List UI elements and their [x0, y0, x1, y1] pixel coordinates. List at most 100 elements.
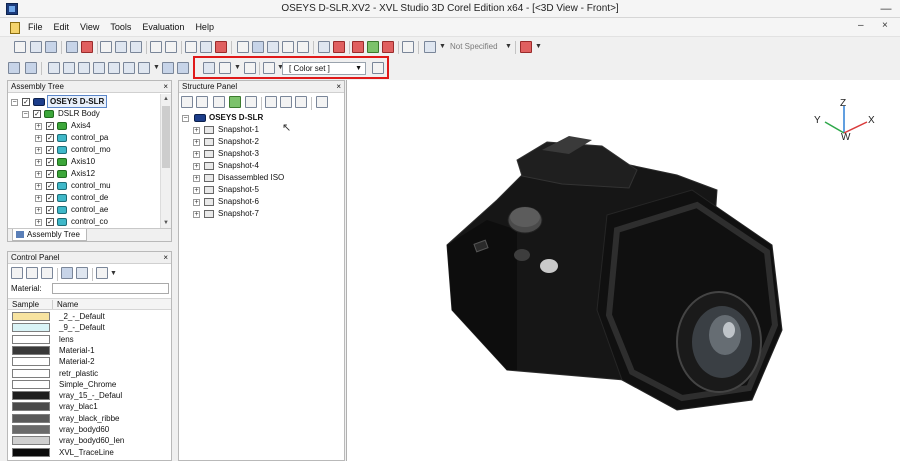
list-icon[interactable] [316, 96, 328, 108]
material-row[interactable]: vray_bodyd60 [8, 424, 171, 435]
material-row[interactable]: _9_-_Default [8, 322, 171, 333]
expand-icon[interactable]: + [193, 127, 200, 134]
assembly-tree-scrollbar[interactable]: ▲ ▼ [160, 94, 171, 228]
expand-icon[interactable]: + [35, 147, 42, 154]
folder-icon[interactable] [196, 96, 208, 108]
minimize-button[interactable]: — [872, 0, 900, 18]
refresh-icon[interactable] [265, 96, 277, 108]
rotate-icon[interactable] [252, 41, 264, 53]
mdi-minimize-button[interactable]: – [858, 20, 864, 31]
attach-icon[interactable] [367, 41, 379, 53]
hierarchy-icon[interactable] [213, 96, 225, 108]
tab-assembly-tree[interactable]: Assembly Tree [12, 229, 87, 241]
record-icon[interactable] [215, 41, 227, 53]
scroll-down-icon[interactable]: ▼ [161, 218, 171, 228]
material-row[interactable]: _2_-_Default [8, 311, 171, 322]
material-row[interactable]: retr_plastic [8, 368, 171, 379]
filter-icon[interactable] [333, 41, 345, 53]
zoom-icon[interactable] [267, 41, 279, 53]
pin-icon[interactable] [520, 41, 532, 53]
zoom-window-icon[interactable] [282, 41, 294, 53]
expand-icon[interactable]: + [35, 207, 42, 214]
view-iso-icon[interactable] [138, 62, 150, 74]
view-front-icon[interactable] [48, 62, 60, 74]
expand-icon[interactable]: + [193, 175, 200, 182]
expand-icon[interactable]: + [35, 183, 42, 190]
expand-icon[interactable]: + [35, 123, 42, 130]
mdi-close-button[interactable]: × [882, 20, 888, 31]
expand-icon[interactable]: + [35, 195, 42, 202]
orbit-icon[interactable] [8, 62, 20, 74]
view-back-icon[interactable] [63, 62, 75, 74]
apply-material-icon[interactable] [61, 267, 73, 279]
menu-help[interactable]: Help [195, 22, 214, 32]
scroll-thumb[interactable] [162, 106, 170, 168]
material-row[interactable]: vray_blac1 [8, 401, 171, 412]
open-folder-icon[interactable] [30, 41, 42, 53]
search-icon[interactable] [402, 41, 414, 53]
pick-material-icon[interactable] [76, 267, 88, 279]
visibility-checkbox[interactable]: ✓ [46, 134, 54, 142]
close-icon[interactable]: × [336, 81, 341, 93]
group-icon[interactable] [229, 96, 241, 108]
paste-icon[interactable] [130, 41, 142, 53]
visibility-checkbox[interactable]: ✓ [46, 146, 54, 154]
new-snapshot-icon[interactable] [181, 96, 193, 108]
material-row[interactable]: vray_black_ribbe [8, 413, 171, 424]
wireframe-icon[interactable] [177, 62, 189, 74]
material-row[interactable]: vray_15_-_Defaul [8, 390, 171, 401]
view-bottom-icon[interactable] [123, 62, 135, 74]
menu-file[interactable]: File [28, 22, 43, 32]
chevron-down-icon[interactable]: ▼ [153, 64, 160, 71]
visibility-checkbox[interactable]: ✓ [46, 194, 54, 202]
3d-viewport[interactable]: Z Y X W [346, 80, 900, 461]
chevron-down-icon[interactable]: ▼ [535, 43, 542, 50]
material-row[interactable]: XVL_TraceLine [8, 447, 171, 458]
chevron-down-icon[interactable]: ▼ [439, 43, 446, 50]
redo-icon[interactable] [165, 41, 177, 53]
expand-icon[interactable]: + [193, 151, 200, 158]
delete-icon[interactable] [26, 267, 38, 279]
fit-all-icon[interactable] [25, 62, 37, 74]
undo-icon[interactable] [150, 41, 162, 53]
visibility-checkbox[interactable]: ✓ [46, 170, 54, 178]
expand-icon[interactable]: + [193, 199, 200, 206]
select-icon[interactable] [318, 41, 330, 53]
visibility-checkbox[interactable]: ✓ [46, 218, 54, 226]
properties-icon[interactable] [295, 96, 307, 108]
new-file-icon[interactable] [14, 41, 26, 53]
collapse-icon[interactable]: − [182, 115, 189, 122]
material-row[interactable]: vray_bodyd60_len [8, 435, 171, 446]
expand-icon[interactable]: + [193, 163, 200, 170]
visibility-checkbox[interactable]: ✓ [33, 110, 41, 118]
paint-bucket-icon[interactable] [424, 41, 436, 53]
column-name[interactable]: Name [52, 300, 78, 309]
material-row[interactable]: Simple_Chrome [8, 379, 171, 390]
expand-icon[interactable]: + [193, 187, 200, 194]
chevron-down-icon[interactable]: ▼ [110, 270, 117, 277]
chevron-down-icon[interactable]: ▼ [505, 43, 512, 50]
copy-icon[interactable] [115, 41, 127, 53]
expand-icon[interactable]: + [193, 139, 200, 146]
material-field[interactable] [52, 283, 169, 294]
add-material-icon[interactable] [11, 267, 23, 279]
expand-icon[interactable]: + [35, 135, 42, 142]
visibility-checkbox[interactable]: ✓ [46, 182, 54, 190]
split-view-icon[interactable] [200, 41, 212, 53]
fit-icon[interactable] [297, 41, 309, 53]
shading-icon[interactable] [162, 62, 174, 74]
scroll-up-icon[interactable]: ▲ [161, 94, 171, 104]
delete-icon[interactable] [280, 96, 292, 108]
view-left-icon[interactable] [78, 62, 90, 74]
view-top-icon[interactable] [108, 62, 120, 74]
visibility-checkbox[interactable]: ✓ [46, 158, 54, 166]
visibility-checkbox[interactable]: ✓ [46, 206, 54, 214]
not-specified-select[interactable]: Not Specified [450, 42, 498, 51]
material-row[interactable]: Material-2 [8, 356, 171, 367]
list-view-icon[interactable] [96, 267, 108, 279]
properties-icon[interactable] [41, 267, 53, 279]
menu-evaluation[interactable]: Evaluation [142, 22, 184, 32]
expand-icon[interactable]: + [35, 171, 42, 178]
print-icon[interactable] [66, 41, 78, 53]
collapse-icon[interactable]: − [22, 111, 29, 118]
